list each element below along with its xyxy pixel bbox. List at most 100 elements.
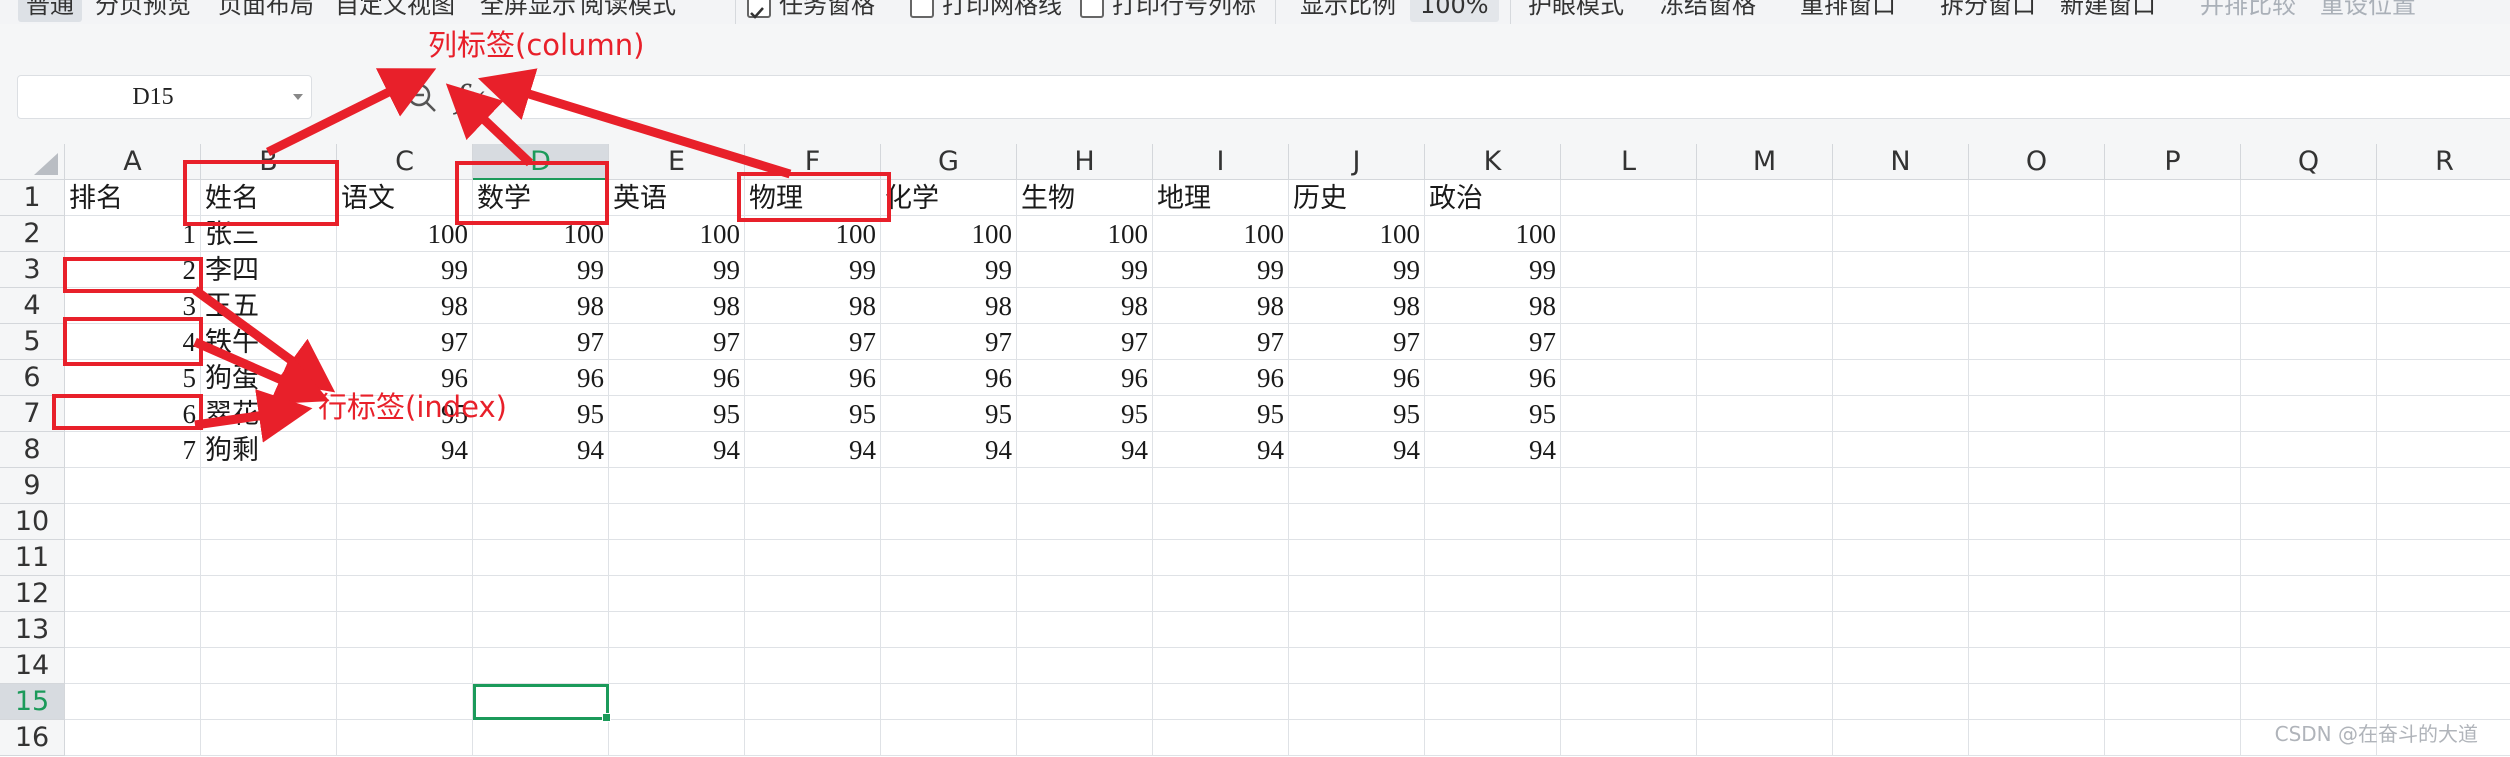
column-header-H[interactable]: H: [1017, 144, 1153, 180]
cell-H9[interactable]: [1017, 468, 1153, 504]
column-header-L[interactable]: L: [1561, 144, 1697, 180]
cell-F11[interactable]: [745, 540, 881, 576]
cell-R3[interactable]: [2377, 252, 2510, 288]
cell-I3[interactable]: 99: [1153, 252, 1289, 288]
cell-N16[interactable]: [1833, 720, 1969, 756]
cell-P14[interactable]: [2105, 648, 2241, 684]
column-header-F[interactable]: F: [745, 144, 881, 180]
cell-L13[interactable]: [1561, 612, 1697, 648]
cell-K6[interactable]: 96: [1425, 360, 1561, 396]
cell-C5[interactable]: 97: [337, 324, 473, 360]
cell-N9[interactable]: [1833, 468, 1969, 504]
cell-G14[interactable]: [881, 648, 1017, 684]
cell-P1[interactable]: [2105, 180, 2241, 216]
cell-K16[interactable]: [1425, 720, 1561, 756]
cell-O7[interactable]: [1969, 396, 2105, 432]
cell-K13[interactable]: [1425, 612, 1561, 648]
cell-I7[interactable]: 95: [1153, 396, 1289, 432]
cell-J13[interactable]: [1289, 612, 1425, 648]
cell-Q12[interactable]: [2241, 576, 2377, 612]
column-header-Q[interactable]: Q: [2241, 144, 2377, 180]
row-header-15[interactable]: 15: [0, 684, 65, 720]
cell-K15[interactable]: [1425, 684, 1561, 720]
cell-O8[interactable]: [1969, 432, 2105, 468]
cell-P13[interactable]: [2105, 612, 2241, 648]
cell-N15[interactable]: [1833, 684, 1969, 720]
cell-D12[interactable]: [473, 576, 609, 612]
cell-O6[interactable]: [1969, 360, 2105, 396]
cell-O9[interactable]: [1969, 468, 2105, 504]
cell-M8[interactable]: [1697, 432, 1833, 468]
cell-L12[interactable]: [1561, 576, 1697, 612]
cell-J10[interactable]: [1289, 504, 1425, 540]
cell-O4[interactable]: [1969, 288, 2105, 324]
cell-O5[interactable]: [1969, 324, 2105, 360]
cell-P7[interactable]: [2105, 396, 2241, 432]
cell-K3[interactable]: 99: [1425, 252, 1561, 288]
cell-D3[interactable]: 99: [473, 252, 609, 288]
row-header-5[interactable]: 5: [0, 324, 65, 360]
cell-R9[interactable]: [2377, 468, 2510, 504]
column-header-P[interactable]: P: [2105, 144, 2241, 180]
cell-Q4[interactable]: [2241, 288, 2377, 324]
cell-E6[interactable]: 96: [609, 360, 745, 396]
cell-P4[interactable]: [2105, 288, 2241, 324]
cell-J12[interactable]: [1289, 576, 1425, 612]
cell-E2[interactable]: 100: [609, 216, 745, 252]
cell-A14[interactable]: [65, 648, 201, 684]
cell-J16[interactable]: [1289, 720, 1425, 756]
cell-M5[interactable]: [1697, 324, 1833, 360]
cell-O3[interactable]: [1969, 252, 2105, 288]
cell-O11[interactable]: [1969, 540, 2105, 576]
cell-Q9[interactable]: [2241, 468, 2377, 504]
row-header-6[interactable]: 6: [0, 360, 65, 396]
cell-O10[interactable]: [1969, 504, 2105, 540]
cell-E11[interactable]: [609, 540, 745, 576]
cell-H10[interactable]: [1017, 504, 1153, 540]
cell-G2[interactable]: 100: [881, 216, 1017, 252]
cell-E10[interactable]: [609, 504, 745, 540]
column-header-O[interactable]: O: [1969, 144, 2105, 180]
cell-F13[interactable]: [745, 612, 881, 648]
cell-G1[interactable]: 化学: [881, 180, 1017, 216]
cell-P5[interactable]: [2105, 324, 2241, 360]
cell-G11[interactable]: [881, 540, 1017, 576]
cell-C8[interactable]: 94: [337, 432, 473, 468]
cell-C15[interactable]: [337, 684, 473, 720]
cell-G9[interactable]: [881, 468, 1017, 504]
cell-A1[interactable]: 排名: [65, 180, 201, 216]
cell-E3[interactable]: 99: [609, 252, 745, 288]
cell-D1[interactable]: 数学: [473, 180, 609, 216]
cell-I11[interactable]: [1153, 540, 1289, 576]
cell-I6[interactable]: 96: [1153, 360, 1289, 396]
cell-I14[interactable]: [1153, 648, 1289, 684]
cell-G16[interactable]: [881, 720, 1017, 756]
cell-A8[interactable]: 7: [65, 432, 201, 468]
column-header-M[interactable]: M: [1697, 144, 1833, 180]
cell-N4[interactable]: [1833, 288, 1969, 324]
cell-K11[interactable]: [1425, 540, 1561, 576]
cell-R5[interactable]: [2377, 324, 2510, 360]
cell-N14[interactable]: [1833, 648, 1969, 684]
cell-F8[interactable]: 94: [745, 432, 881, 468]
cell-B12[interactable]: [201, 576, 337, 612]
cell-N13[interactable]: [1833, 612, 1969, 648]
cell-O14[interactable]: [1969, 648, 2105, 684]
cell-B10[interactable]: [201, 504, 337, 540]
cell-C9[interactable]: [337, 468, 473, 504]
cell-H5[interactable]: 97: [1017, 324, 1153, 360]
cell-A11[interactable]: [65, 540, 201, 576]
cell-G10[interactable]: [881, 504, 1017, 540]
cell-D8[interactable]: 94: [473, 432, 609, 468]
row-header-2[interactable]: 2: [0, 216, 65, 252]
cell-Q3[interactable]: [2241, 252, 2377, 288]
cell-L6[interactable]: [1561, 360, 1697, 396]
cell-K4[interactable]: 98: [1425, 288, 1561, 324]
row-header-3[interactable]: 3: [0, 252, 65, 288]
cell-E1[interactable]: 英语: [609, 180, 745, 216]
cell-I2[interactable]: 100: [1153, 216, 1289, 252]
cell-E7[interactable]: 95: [609, 396, 745, 432]
cell-G7[interactable]: 95: [881, 396, 1017, 432]
cell-O12[interactable]: [1969, 576, 2105, 612]
cell-B2[interactable]: 张三: [201, 216, 337, 252]
